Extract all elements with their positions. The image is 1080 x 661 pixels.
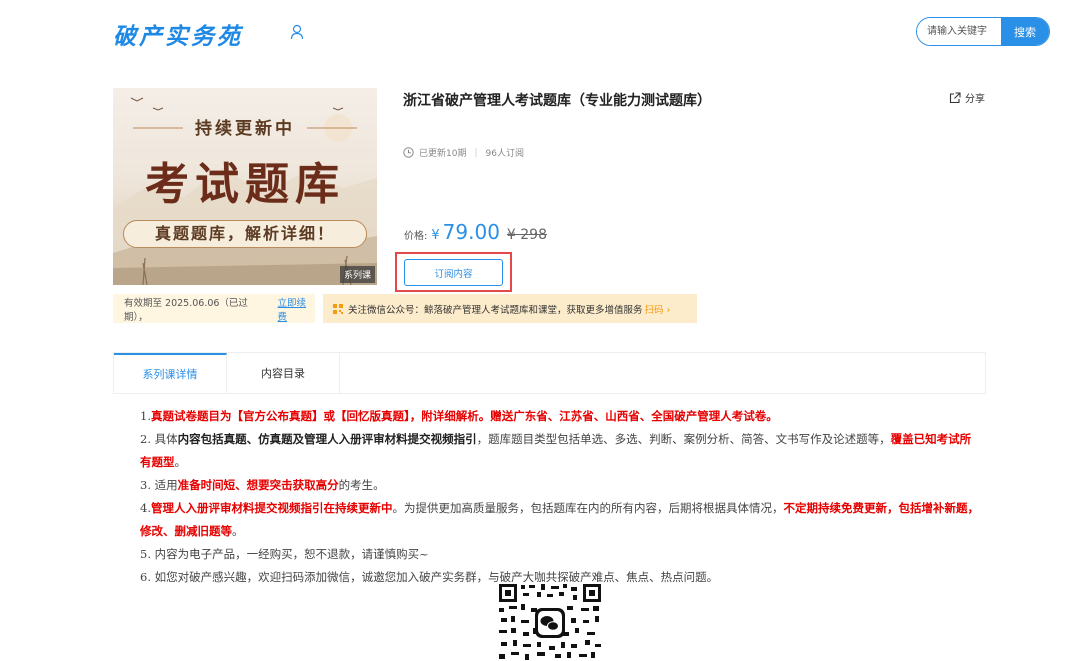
description-item-3: 3. 适用准备时间短、想要突击获取高分的考生。	[140, 478, 385, 492]
search-button[interactable]: 搜索	[1001, 18, 1049, 45]
renew-link[interactable]: 立即续费	[278, 295, 315, 323]
cover-top-text: 持续更新中	[195, 119, 295, 139]
subscribe-button[interactable]: 订阅内容	[404, 259, 503, 286]
cover-ribbon-text: 真题题库，解析详细！	[123, 220, 367, 248]
wechat-follow-bar[interactable]: 关注微信公众号：鲸落破产管理人考试题库和课堂，获取更多增值服务 扫码 ›	[323, 294, 697, 323]
subscriber-count: 96人订阅	[485, 149, 524, 159]
series-course-tag: 系列课	[339, 266, 375, 283]
description-item-2: 2. 具体内容包括真题、仿真题及管理人入册评审材料提交视频指引，题库题目类型包括…	[140, 432, 972, 469]
site-logo[interactable]: 破产实务苑	[113, 17, 243, 51]
update-count: 已更新10期	[419, 149, 467, 159]
search-box: 搜索	[916, 17, 1050, 46]
validity-notice: 有效期至 2025.06.06（已过期）， 立即续费	[113, 294, 315, 323]
validity-text: 有效期至 2025.06.06（已过期），	[124, 297, 248, 323]
product-meta: 已更新10期 | 96人订阅	[403, 146, 524, 159]
currency-symbol: ¥	[431, 228, 440, 243]
meta-divider: |	[474, 147, 478, 158]
price-label: 价格:	[404, 231, 428, 242]
clock-icon	[403, 147, 414, 158]
price-row: 价格: ¥79.00 ¥ 298	[404, 220, 547, 244]
scan-link[interactable]: 扫码 ›	[645, 302, 671, 316]
original-price: ¥ 298	[506, 227, 548, 243]
wechat-qr-code	[497, 582, 603, 661]
course-description: 1.真题试卷题目为【官方公布真题】或【回忆版真题】，附详细解析。赠送广东省、江苏…	[116, 405, 982, 589]
course-cover-image[interactable]: 持续更新中 考试题库 真题题库，解析详细！ 系列课	[113, 88, 377, 285]
cover-main-text: 考试题库	[145, 159, 345, 210]
tab-content-catalog[interactable]: 内容目录	[227, 353, 340, 393]
share-label: 分享	[965, 94, 985, 105]
description-item-1: 1.真题试卷题目为【官方公布真题】或【回忆版真题】，附详细解析。赠送广东省、江苏…	[140, 409, 778, 423]
tab-series-details[interactable]: 系列课详情	[114, 353, 227, 393]
detail-tabs: 系列课详情 内容目录	[113, 352, 986, 394]
search-input[interactable]	[917, 18, 1001, 45]
user-icon[interactable]	[290, 24, 304, 40]
price-value: 79.00	[442, 220, 500, 244]
share-icon	[949, 91, 961, 103]
current-price: ¥79.00	[431, 220, 500, 244]
share-button[interactable]: 分享	[949, 90, 985, 105]
qr-code-icon	[333, 303, 343, 314]
product-title: 浙江省破产管理人考试题库（专业能力测试题库）	[403, 93, 711, 109]
wechat-follow-text: 关注微信公众号：鲸落破产管理人考试题库和课堂，获取更多增值服务	[348, 304, 643, 316]
description-item-5: 5. 内容为电子产品，一经购买，恕不退款，请谨慎购买~	[140, 547, 429, 561]
description-item-4: 4.管理人入册评审材料提交视频指引在持续更新中。为提供更加高质量服务，包括题库在…	[140, 501, 979, 538]
